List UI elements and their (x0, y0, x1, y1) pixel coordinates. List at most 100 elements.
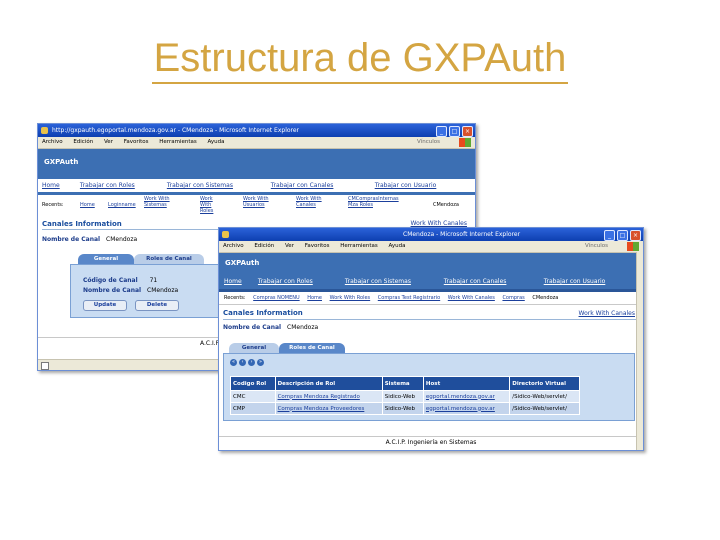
nav-roles[interactable]: Trabajar con Roles (80, 179, 165, 192)
close-icon[interactable]: × (630, 230, 641, 241)
front-navbar: Home Trabajar con Roles Trabajar con Sis… (219, 275, 643, 292)
front-canal-label: Nombre de Canal (223, 324, 282, 331)
back-nombre-value: CMendoza (147, 287, 179, 294)
menu-ayuda[interactable]: Ayuda (389, 243, 406, 249)
nav-home[interactable]: Home (42, 179, 78, 192)
nav-usuario[interactable]: Trabajar con Usuario (544, 275, 606, 289)
front-section-link[interactable]: Work With Canales (579, 308, 635, 319)
nav-usuario[interactable]: Trabajar con Usuario (375, 179, 437, 192)
recent-usuarios[interactable]: Work With Usuarios (243, 196, 273, 208)
maximize-icon[interactable]: □ (449, 126, 460, 137)
cell-descripcion-link[interactable]: Compras Mendoza Proveedores (274, 402, 383, 415)
cell-directorio: /Sidico-Web/servlet/ (509, 390, 580, 403)
table-row: CMC Compras Mendoza Registrado Sidico-We… (230, 390, 580, 403)
col-sistema: Sistema (381, 376, 424, 391)
minimize-icon[interactable]: _ (604, 230, 615, 241)
col-descripcion-rol: Descripción de Rol (274, 376, 383, 391)
links-label[interactable]: Vínculos (585, 241, 608, 252)
back-recents: Recents: Home Loginname Work With Sistem… (38, 195, 475, 216)
back-window-titlebar[interactable]: http://gxpauth.egoportal.mendoza.gov.ar … (38, 124, 475, 137)
recent-current: CMendoza (433, 202, 459, 208)
front-window-title: CMendoza - Microsoft Internet Explorer (403, 231, 521, 238)
back-canal-label: Nombre de Canal (42, 236, 101, 243)
close-icon[interactable]: × (462, 126, 473, 137)
front-app-header: GXPAuth (219, 253, 643, 275)
recent-compras[interactable]: Compras (502, 292, 524, 304)
slide-title: Estructura de GXPAuth (0, 36, 720, 84)
front-menubar: Archivo Edición Ver Favoritos Herramient… (219, 241, 643, 253)
recent-cmcompras[interactable]: CMComprasInternas Mza Roles (348, 196, 400, 208)
recent-home[interactable]: Home (307, 292, 322, 304)
pager: « ‹ › » (230, 359, 264, 366)
front-recents: Recents: Compras NOMENU Home Work With R… (219, 292, 643, 305)
front-tab-roles[interactable]: Roles de Canal (279, 343, 345, 353)
menu-archivo[interactable]: Archivo (42, 139, 63, 145)
recent-compras-test[interactable]: Compras Test Registrario (378, 292, 440, 304)
links-label[interactable]: Vínculos (417, 137, 440, 148)
menu-favoritos[interactable]: Favoritos (305, 243, 330, 249)
maximize-icon[interactable]: □ (617, 230, 628, 241)
back-section-title-text: Canales Information (42, 220, 122, 228)
menu-favoritos[interactable]: Favoritos (124, 139, 149, 145)
first-page-icon[interactable]: « (230, 359, 237, 366)
menu-herramientas[interactable]: Herramientas (159, 139, 196, 145)
col-codigo-rol: Codigo Rol (230, 376, 276, 391)
front-scrollbar[interactable] (636, 252, 643, 450)
nav-canales[interactable]: Trabajar con Canales (271, 179, 373, 192)
cell-sistema: Sidico-Web (381, 402, 424, 415)
slide-title-text: Estructura de GXPAuth (151, 36, 569, 84)
roles-table: Codigo Rol Descripción de Rol Sistema Ho… (230, 376, 580, 415)
delete-button[interactable]: Delete (135, 300, 179, 311)
nav-sistemas[interactable]: Trabajar con Sistemas (167, 179, 269, 192)
recent-compras-nomenu[interactable]: Compras NOMENU (253, 292, 299, 304)
back-tab-general[interactable]: General (78, 254, 134, 264)
recent-home[interactable]: Home (80, 201, 95, 210)
menu-edicion[interactable]: Edición (73, 139, 93, 145)
menu-ver[interactable]: Ver (104, 139, 113, 145)
back-codigo-label: Código de Canal (83, 277, 138, 284)
cell-host-link[interactable]: egportal.mendoza.gov.ar (422, 390, 511, 403)
update-button[interactable]: Update (83, 300, 127, 311)
prev-page-icon[interactable]: ‹ (239, 359, 246, 366)
front-browser-window[interactable]: CMendoza - Microsoft Internet Explorer _… (218, 227, 644, 451)
back-window-title: http://gxpauth.egoportal.mendoza.gov.ar … (52, 127, 300, 134)
menu-herramientas[interactable]: Herramientas (340, 243, 377, 249)
front-window-titlebar[interactable]: CMendoza - Microsoft Internet Explorer _… (219, 228, 643, 241)
recent-sistemas[interactable]: Work With Sistemas (144, 196, 174, 208)
menu-edicion[interactable]: Edición (254, 243, 274, 249)
page-icon (41, 362, 49, 370)
menu-archivo[interactable]: Archivo (223, 243, 244, 249)
recents-label: Recents: (42, 202, 64, 208)
nav-roles[interactable]: Trabajar con Roles (258, 275, 343, 289)
nav-home[interactable]: Home (224, 275, 256, 289)
recent-loginname[interactable]: Loginname (108, 201, 136, 210)
back-nombre-label: Nombre de Canal (83, 287, 142, 294)
front-canal-name-row: Nombre de Canal CMendoza (223, 324, 643, 331)
back-field-nombre: Nombre de Canal CMendoza (83, 287, 178, 294)
cell-codigo: CMC (230, 390, 276, 403)
menu-ayuda[interactable]: Ayuda (208, 139, 225, 145)
front-section-title: Canales Information Work With Canales (223, 308, 639, 320)
recent-roles[interactable]: Work With Roles (200, 196, 224, 214)
back-navbar: Home Trabajar con Roles Trabajar con Sis… (38, 179, 475, 195)
last-page-icon[interactable]: » (257, 359, 264, 366)
back-canal-value: CMendoza (106, 236, 138, 243)
recent-roles[interactable]: Work With Roles (330, 292, 371, 304)
col-directorio-virtual: Directorio Virtual (509, 376, 580, 391)
table-row: CMP Compras Mendoza Proveedores Sidico-W… (230, 402, 580, 415)
nav-canales[interactable]: Trabajar con Canales (444, 275, 542, 289)
nav-sistemas[interactable]: Trabajar con Sistemas (345, 275, 442, 289)
next-page-icon[interactable]: › (248, 359, 255, 366)
front-tab-general[interactable]: General (229, 343, 279, 353)
back-tab-roles[interactable]: Roles de Canal (134, 254, 204, 264)
cell-host-link[interactable]: egportal.mendoza.gov.ar (422, 402, 511, 415)
recent-canales[interactable]: Work With Canales (448, 292, 495, 304)
front-canal-value: CMendoza (287, 324, 319, 331)
cell-descripcion-link[interactable]: Compras Mendoza Registrado (274, 390, 383, 403)
minimize-icon[interactable]: _ (436, 126, 447, 137)
recent-canales[interactable]: Work With Canales (296, 196, 326, 208)
menu-ver[interactable]: Ver (285, 243, 294, 249)
back-menubar: Archivo Edición Ver Favoritos Herramient… (38, 137, 475, 149)
front-tab-panel: « ‹ › » Codigo Rol Descripción de Rol Si… (223, 353, 635, 421)
front-section-title-text: Canales Information (223, 309, 303, 317)
